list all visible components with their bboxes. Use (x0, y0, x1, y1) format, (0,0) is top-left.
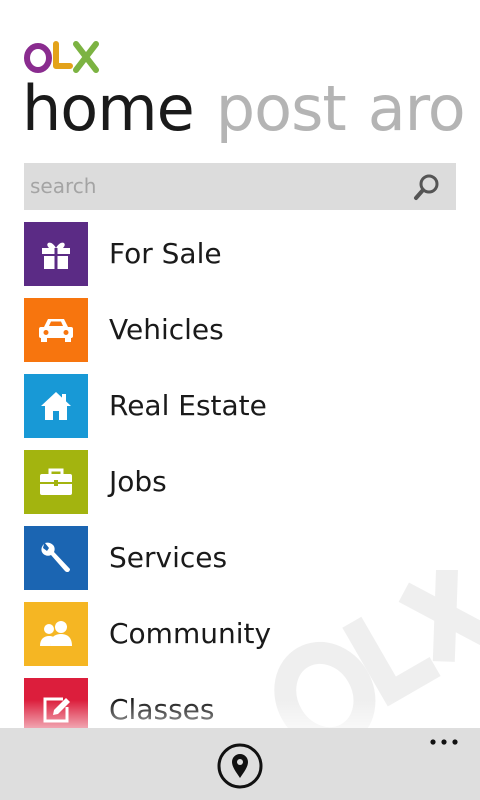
category-label: Jobs (109, 465, 167, 498)
list-fade-overlay (0, 700, 480, 728)
category-label: Services (109, 541, 228, 574)
category-tile (24, 298, 88, 362)
category-real-estate[interactable]: Real Estate (24, 374, 464, 438)
app-bar (0, 728, 480, 800)
more-button[interactable] (426, 730, 462, 754)
wrench-icon (41, 542, 70, 573)
search-icon (414, 174, 439, 200)
olx-logo (24, 36, 100, 76)
olx-logo-icon (24, 41, 99, 73)
location-pin-icon (217, 743, 263, 789)
category-label: Vehicles (109, 313, 224, 346)
category-jobs[interactable]: Jobs (24, 450, 464, 514)
location-button[interactable] (216, 742, 264, 790)
category-label: Real Estate (109, 389, 267, 422)
gift-icon (42, 242, 70, 269)
category-tile (24, 602, 88, 666)
pivot-tab-around[interactable]: aro (368, 72, 466, 145)
category-tile (24, 450, 88, 514)
category-tile (24, 222, 88, 286)
category-label: Community (109, 617, 272, 650)
people-icon (40, 621, 72, 646)
category-tile (24, 374, 88, 438)
category-label: For Sale (109, 237, 222, 270)
category-vehicles[interactable]: Vehicles (24, 298, 464, 362)
car-icon (39, 319, 73, 342)
house-icon (41, 392, 71, 420)
briefcase-icon (40, 468, 72, 495)
pivot-tab-post[interactable]: post (216, 72, 347, 145)
category-for-sale[interactable]: For Sale (24, 222, 464, 286)
search-button[interactable] (412, 172, 442, 202)
category-tile (24, 526, 88, 590)
pivot-header: home post aro (22, 72, 480, 146)
search-box (24, 163, 456, 210)
pivot-tab-home[interactable]: home (22, 72, 195, 145)
more-icon (430, 739, 458, 745)
search-input[interactable] (30, 171, 400, 201)
